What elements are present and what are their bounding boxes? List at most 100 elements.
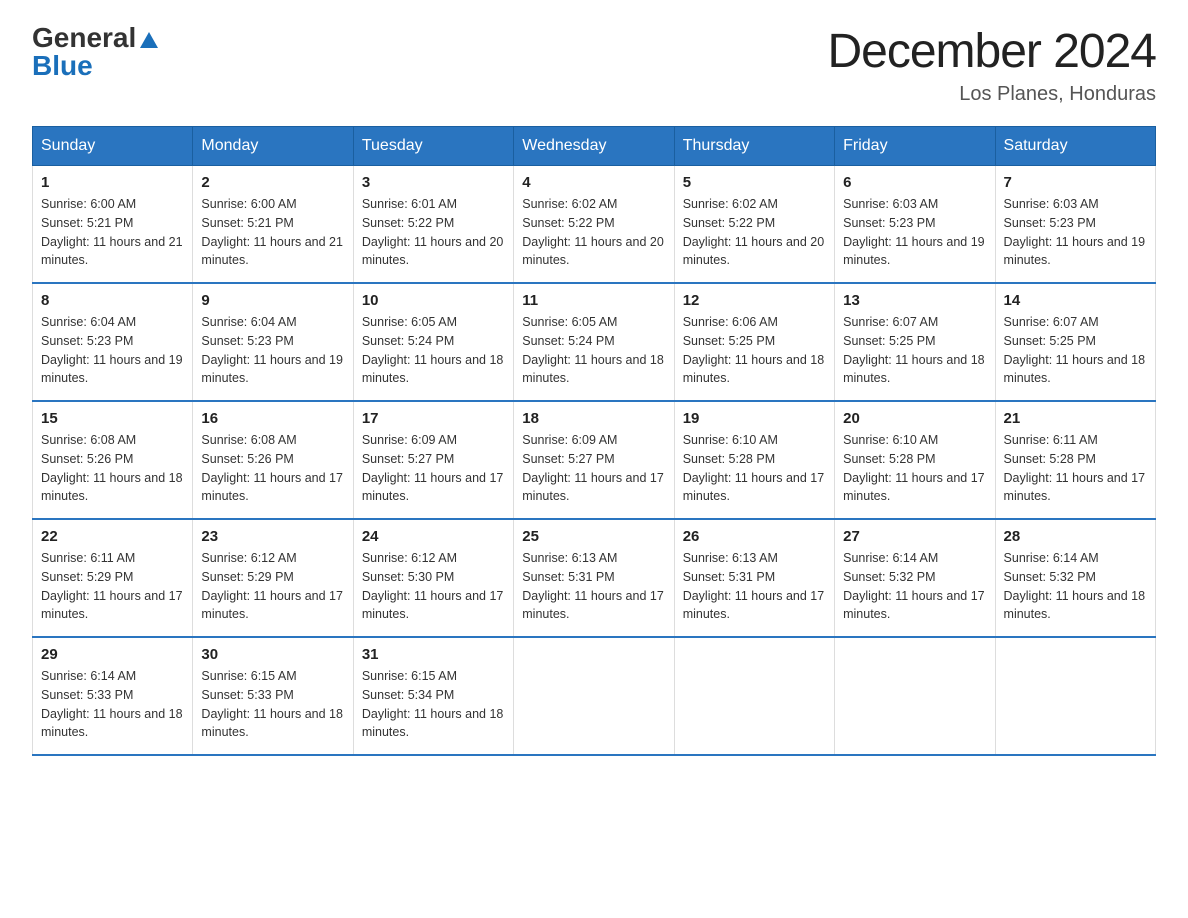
day-info: Sunrise: 6:13 AMSunset: 5:31 PMDaylight:… xyxy=(683,551,825,621)
col-wednesday: Wednesday xyxy=(514,127,674,166)
calendar-week-row: 1 Sunrise: 6:00 AMSunset: 5:21 PMDayligh… xyxy=(33,166,1156,284)
day-number: 12 xyxy=(683,292,826,309)
day-number: 30 xyxy=(201,646,344,663)
table-row: 13 Sunrise: 6:07 AMSunset: 5:25 PMDaylig… xyxy=(835,283,995,401)
day-number: 25 xyxy=(522,528,665,545)
table-row: 26 Sunrise: 6:13 AMSunset: 5:31 PMDaylig… xyxy=(674,519,834,637)
day-info: Sunrise: 6:00 AMSunset: 5:21 PMDaylight:… xyxy=(41,197,183,267)
day-number: 29 xyxy=(41,646,184,663)
day-info: Sunrise: 6:07 AMSunset: 5:25 PMDaylight:… xyxy=(843,315,985,385)
col-sunday: Sunday xyxy=(33,127,193,166)
calendar-week-row: 8 Sunrise: 6:04 AMSunset: 5:23 PMDayligh… xyxy=(33,283,1156,401)
day-info: Sunrise: 6:04 AMSunset: 5:23 PMDaylight:… xyxy=(41,315,183,385)
day-info: Sunrise: 6:07 AMSunset: 5:25 PMDaylight:… xyxy=(1004,315,1146,385)
table-row: 3 Sunrise: 6:01 AMSunset: 5:22 PMDayligh… xyxy=(353,166,513,284)
table-row: 27 Sunrise: 6:14 AMSunset: 5:32 PMDaylig… xyxy=(835,519,995,637)
day-number: 28 xyxy=(1004,528,1147,545)
calendar-week-row: 22 Sunrise: 6:11 AMSunset: 5:29 PMDaylig… xyxy=(33,519,1156,637)
day-info: Sunrise: 6:04 AMSunset: 5:23 PMDaylight:… xyxy=(201,315,343,385)
table-row: 8 Sunrise: 6:04 AMSunset: 5:23 PMDayligh… xyxy=(33,283,193,401)
day-number: 23 xyxy=(201,528,344,545)
day-info: Sunrise: 6:10 AMSunset: 5:28 PMDaylight:… xyxy=(683,433,825,503)
day-info: Sunrise: 6:12 AMSunset: 5:29 PMDaylight:… xyxy=(201,551,343,621)
day-number: 27 xyxy=(843,528,986,545)
table-row: 21 Sunrise: 6:11 AMSunset: 5:28 PMDaylig… xyxy=(995,401,1155,519)
table-row: 22 Sunrise: 6:11 AMSunset: 5:29 PMDaylig… xyxy=(33,519,193,637)
day-number: 18 xyxy=(522,410,665,427)
day-info: Sunrise: 6:01 AMSunset: 5:22 PMDaylight:… xyxy=(362,197,504,267)
table-row: 10 Sunrise: 6:05 AMSunset: 5:24 PMDaylig… xyxy=(353,283,513,401)
calendar-subtitle: Los Planes, Honduras xyxy=(827,83,1156,106)
day-number: 1 xyxy=(41,174,184,191)
calendar-title: December 2024 xyxy=(827,24,1156,79)
day-info: Sunrise: 6:03 AMSunset: 5:23 PMDaylight:… xyxy=(843,197,985,267)
col-friday: Friday xyxy=(835,127,995,166)
day-info: Sunrise: 6:14 AMSunset: 5:32 PMDaylight:… xyxy=(1004,551,1146,621)
table-row: 7 Sunrise: 6:03 AMSunset: 5:23 PMDayligh… xyxy=(995,166,1155,284)
table-row: 6 Sunrise: 6:03 AMSunset: 5:23 PMDayligh… xyxy=(835,166,995,284)
day-number: 7 xyxy=(1004,174,1147,191)
day-info: Sunrise: 6:05 AMSunset: 5:24 PMDaylight:… xyxy=(522,315,664,385)
day-info: Sunrise: 6:02 AMSunset: 5:22 PMDaylight:… xyxy=(522,197,664,267)
table-row xyxy=(514,637,674,755)
logo-general-text: General xyxy=(32,24,136,52)
page-header: General Blue December 2024 Los Planes, H… xyxy=(32,24,1156,106)
day-number: 17 xyxy=(362,410,505,427)
day-number: 20 xyxy=(843,410,986,427)
col-monday: Monday xyxy=(193,127,353,166)
day-info: Sunrise: 6:14 AMSunset: 5:32 PMDaylight:… xyxy=(843,551,985,621)
day-number: 19 xyxy=(683,410,826,427)
day-number: 10 xyxy=(362,292,505,309)
day-number: 14 xyxy=(1004,292,1147,309)
table-row: 18 Sunrise: 6:09 AMSunset: 5:27 PMDaylig… xyxy=(514,401,674,519)
calendar-table: Sunday Monday Tuesday Wednesday Thursday… xyxy=(32,126,1156,756)
day-info: Sunrise: 6:14 AMSunset: 5:33 PMDaylight:… xyxy=(41,669,183,739)
col-thursday: Thursday xyxy=(674,127,834,166)
calendar-header-row: Sunday Monday Tuesday Wednesday Thursday… xyxy=(33,127,1156,166)
day-number: 13 xyxy=(843,292,986,309)
logo: General Blue xyxy=(32,24,158,80)
calendar-week-row: 29 Sunrise: 6:14 AMSunset: 5:33 PMDaylig… xyxy=(33,637,1156,755)
day-info: Sunrise: 6:11 AMSunset: 5:28 PMDaylight:… xyxy=(1004,433,1146,503)
day-number: 3 xyxy=(362,174,505,191)
day-info: Sunrise: 6:12 AMSunset: 5:30 PMDaylight:… xyxy=(362,551,504,621)
day-number: 2 xyxy=(201,174,344,191)
day-info: Sunrise: 6:06 AMSunset: 5:25 PMDaylight:… xyxy=(683,315,825,385)
table-row xyxy=(835,637,995,755)
table-row: 12 Sunrise: 6:06 AMSunset: 5:25 PMDaylig… xyxy=(674,283,834,401)
day-info: Sunrise: 6:00 AMSunset: 5:21 PMDaylight:… xyxy=(201,197,343,267)
calendar-week-row: 15 Sunrise: 6:08 AMSunset: 5:26 PMDaylig… xyxy=(33,401,1156,519)
table-row: 14 Sunrise: 6:07 AMSunset: 5:25 PMDaylig… xyxy=(995,283,1155,401)
day-number: 15 xyxy=(41,410,184,427)
table-row: 30 Sunrise: 6:15 AMSunset: 5:33 PMDaylig… xyxy=(193,637,353,755)
day-number: 8 xyxy=(41,292,184,309)
day-number: 24 xyxy=(362,528,505,545)
day-info: Sunrise: 6:02 AMSunset: 5:22 PMDaylight:… xyxy=(683,197,825,267)
day-info: Sunrise: 6:09 AMSunset: 5:27 PMDaylight:… xyxy=(522,433,664,503)
day-number: 21 xyxy=(1004,410,1147,427)
day-number: 22 xyxy=(41,528,184,545)
day-number: 11 xyxy=(522,292,665,309)
table-row: 11 Sunrise: 6:05 AMSunset: 5:24 PMDaylig… xyxy=(514,283,674,401)
table-row: 9 Sunrise: 6:04 AMSunset: 5:23 PMDayligh… xyxy=(193,283,353,401)
day-info: Sunrise: 6:11 AMSunset: 5:29 PMDaylight:… xyxy=(41,551,183,621)
day-info: Sunrise: 6:09 AMSunset: 5:27 PMDaylight:… xyxy=(362,433,504,503)
table-row: 15 Sunrise: 6:08 AMSunset: 5:26 PMDaylig… xyxy=(33,401,193,519)
table-row: 23 Sunrise: 6:12 AMSunset: 5:29 PMDaylig… xyxy=(193,519,353,637)
table-row: 20 Sunrise: 6:10 AMSunset: 5:28 PMDaylig… xyxy=(835,401,995,519)
table-row: 28 Sunrise: 6:14 AMSunset: 5:32 PMDaylig… xyxy=(995,519,1155,637)
day-number: 16 xyxy=(201,410,344,427)
day-info: Sunrise: 6:08 AMSunset: 5:26 PMDaylight:… xyxy=(41,433,183,503)
col-tuesday: Tuesday xyxy=(353,127,513,166)
day-number: 4 xyxy=(522,174,665,191)
table-row: 29 Sunrise: 6:14 AMSunset: 5:33 PMDaylig… xyxy=(33,637,193,755)
table-row: 2 Sunrise: 6:00 AMSunset: 5:21 PMDayligh… xyxy=(193,166,353,284)
logo-blue-text: Blue xyxy=(32,50,93,81)
day-info: Sunrise: 6:08 AMSunset: 5:26 PMDaylight:… xyxy=(201,433,343,503)
day-info: Sunrise: 6:15 AMSunset: 5:33 PMDaylight:… xyxy=(201,669,343,739)
day-number: 26 xyxy=(683,528,826,545)
table-row xyxy=(995,637,1155,755)
table-row: 19 Sunrise: 6:10 AMSunset: 5:28 PMDaylig… xyxy=(674,401,834,519)
day-info: Sunrise: 6:15 AMSunset: 5:34 PMDaylight:… xyxy=(362,669,504,739)
table-row: 16 Sunrise: 6:08 AMSunset: 5:26 PMDaylig… xyxy=(193,401,353,519)
